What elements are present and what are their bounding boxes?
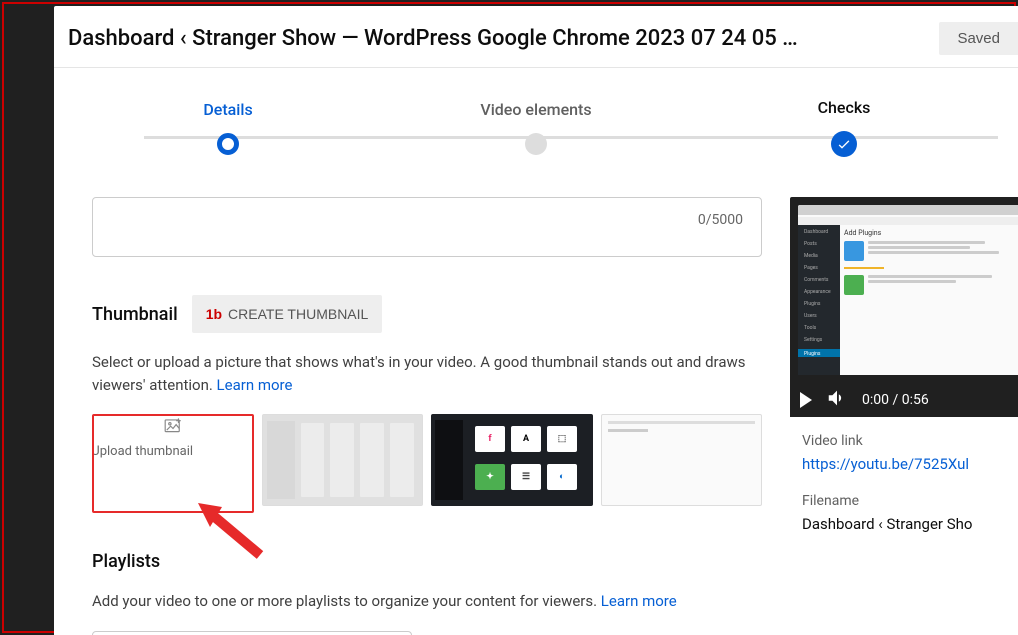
check-icon bbox=[836, 136, 852, 152]
filename-value: Dashboard ‹ Stranger Sho bbox=[802, 515, 1006, 533]
step-details[interactable]: Details bbox=[74, 100, 382, 155]
step-checks[interactable]: Checks bbox=[690, 98, 998, 157]
step-video-elements[interactable]: Video elements bbox=[382, 100, 690, 155]
volume-icon[interactable] bbox=[826, 387, 848, 413]
playlist-select[interactable]: Select bbox=[92, 631, 412, 635]
arrow-icon bbox=[190, 495, 270, 565]
video-player[interactable]: DashboardPostsMedia PagesCommentsAppeara… bbox=[790, 197, 1018, 417]
saved-button[interactable]: Saved bbox=[939, 22, 1018, 55]
step-dot-icon bbox=[525, 133, 547, 155]
tubebuddy-icon: 1b bbox=[206, 306, 222, 322]
section-head: Thumbnail 1b CREATE THUMBNAIL bbox=[92, 295, 762, 333]
thumbnail-section: Thumbnail 1b CREATE THUMBNAIL Select or … bbox=[92, 295, 762, 513]
step-label: Details bbox=[74, 100, 382, 119]
stepper: Details Video elements Checks bbox=[54, 68, 1018, 197]
play-icon[interactable] bbox=[800, 392, 812, 408]
thumbnail-option-1[interactable] bbox=[262, 414, 424, 506]
add-image-icon bbox=[158, 416, 188, 435]
thumbnail-title: Thumbnail bbox=[92, 304, 178, 325]
content: 0/5000 Thumbnail 1b CREATE THUMBNAIL Sel… bbox=[54, 197, 1018, 635]
step-label: Video elements bbox=[382, 100, 690, 119]
create-thumbnail-label: CREATE THUMBNAIL bbox=[228, 306, 368, 322]
filename-label: Filename bbox=[802, 493, 1006, 509]
main-column: 0/5000 Thumbnail 1b CREATE THUMBNAIL Sel… bbox=[92, 197, 762, 635]
thumbnail-option-2[interactable]: fA⬚ ✦☰◐ bbox=[431, 414, 592, 506]
description-input[interactable]: 0/5000 bbox=[92, 197, 762, 257]
player-time: 0:00 / 0:56 bbox=[862, 392, 929, 408]
dialog-header: Dashboard ‹ Stranger Show — WordPress Go… bbox=[54, 6, 1018, 67]
player-preview: DashboardPostsMedia PagesCommentsAppeara… bbox=[798, 205, 1018, 375]
video-link-label: Video link bbox=[802, 433, 1006, 449]
step-label: Checks bbox=[690, 98, 998, 117]
video-link[interactable]: https://youtu.be/7525Xul bbox=[802, 455, 1006, 473]
player-controls: 0:00 / 0:56 bbox=[790, 383, 1018, 417]
side-column: DashboardPostsMedia PagesCommentsAppeara… bbox=[790, 197, 1018, 635]
learn-more-link[interactable]: Learn more bbox=[601, 592, 677, 610]
side-info: Video link https://youtu.be/7525Xul File… bbox=[790, 417, 1018, 569]
description-counter: 0/5000 bbox=[698, 212, 743, 228]
learn-more-link[interactable]: Learn more bbox=[217, 376, 293, 394]
step-dot-active-icon bbox=[217, 133, 239, 155]
step-dot-done-icon bbox=[831, 131, 857, 157]
annotation-arrow bbox=[190, 495, 270, 569]
thumbnail-description: Select or upload a picture that shows wh… bbox=[92, 351, 762, 398]
dialog-title: Dashboard ‹ Stranger Show — WordPress Go… bbox=[68, 26, 939, 51]
create-thumbnail-button[interactable]: 1b CREATE THUMBNAIL bbox=[192, 295, 383, 333]
thumbnail-option-3[interactable] bbox=[601, 414, 763, 506]
playlists-description: Add your video to one or more playlists … bbox=[92, 590, 762, 613]
